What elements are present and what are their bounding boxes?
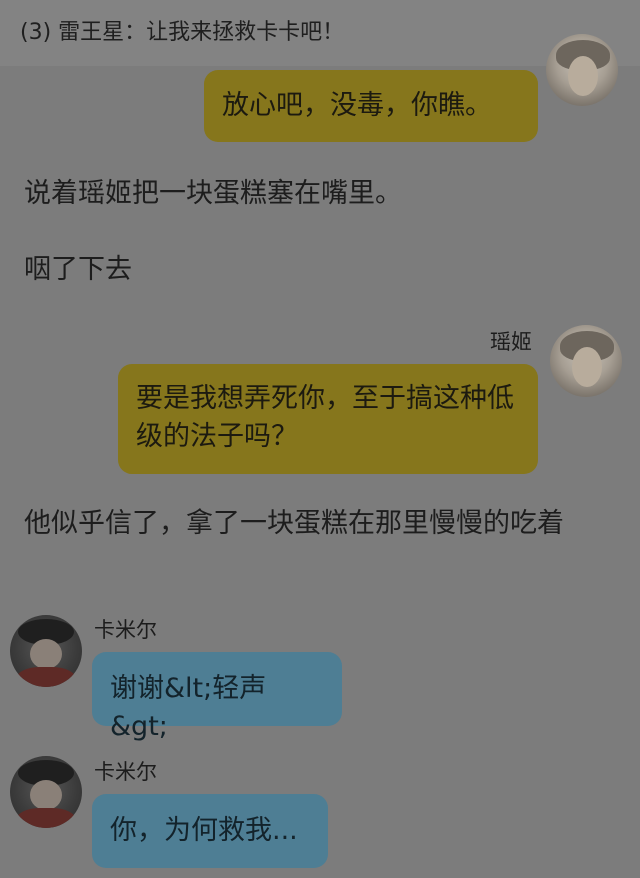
page-title: (3) 雷王星：让我来拯救卡卡吧！ — [0, 0, 640, 66]
message-text: 谢谢&lt;轻声&gt; — [110, 673, 267, 742]
message-bubble-other[interactable]: 谢谢&lt;轻声&gt; — [92, 652, 342, 742]
avatar-yaoji[interactable] — [546, 34, 618, 106]
avatar-yaoji[interactable] — [550, 325, 622, 397]
narration-text: 咽了下去 — [24, 254, 132, 285]
avatar-kamier[interactable] — [10, 756, 82, 828]
sender-name: 卡米尔 — [94, 760, 157, 784]
message-text: 你，为何救我... — [110, 815, 298, 846]
avatar-kamier[interactable] — [10, 615, 82, 687]
message-bubble-other[interactable]: 你，为何救我... — [92, 794, 328, 868]
narration-text: 说着瑶姬把一块蛋糕塞在嘴里。 — [24, 178, 402, 209]
message-text: 放心吧，没毒，你瞧。 — [222, 90, 492, 121]
message-bubble-self[interactable]: 放心吧，没毒，你瞧。 — [204, 70, 538, 142]
message-text: 要是我想弄死你，至于搞这种低级的法子吗？ — [136, 383, 514, 452]
message-bubble-self[interactable]: 要是我想弄死你，至于搞这种低级的法子吗？ — [118, 364, 538, 474]
narration-text: 他似乎信了，拿了一块蛋糕在那里慢慢的吃着 — [24, 508, 564, 539]
sender-name: 瑶姬 — [490, 330, 532, 354]
sender-name: 卡米尔 — [94, 618, 157, 642]
